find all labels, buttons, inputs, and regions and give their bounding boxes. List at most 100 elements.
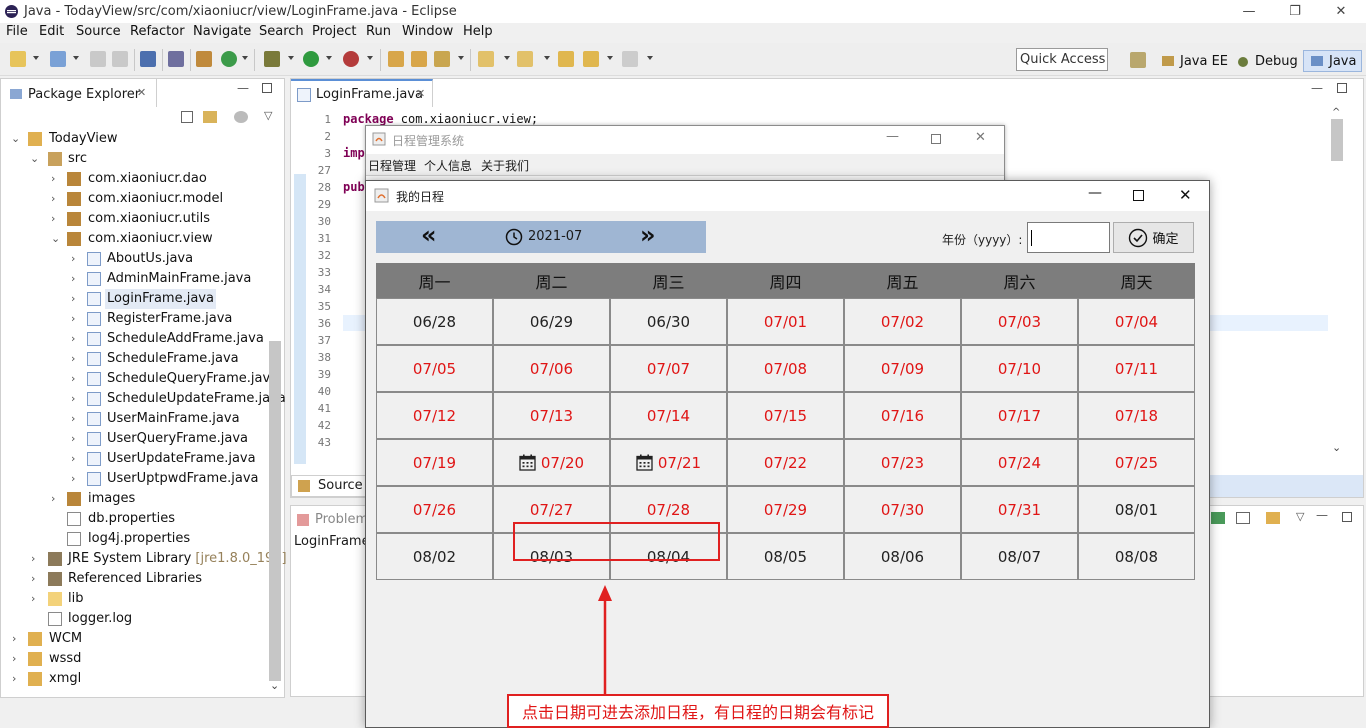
menu-navigate[interactable]: Navigate [193, 24, 251, 39]
calendar-day-cell[interactable]: 08/08 [1078, 533, 1195, 580]
open-console-icon[interactable] [1266, 512, 1280, 524]
minimize-editor-icon[interactable]: — [1311, 81, 1323, 95]
tree-item-java-file[interactable]: › UserQueryFrame.java [1, 429, 271, 449]
calendar-day-cell[interactable]: 07/22 [727, 439, 844, 486]
dropdown-icon[interactable] [607, 56, 613, 60]
dropdown-icon[interactable] [504, 56, 510, 60]
calendar-day-cell[interactable]: 07/26 [376, 486, 493, 533]
editor-scrollbar-thumb[interactable] [1331, 119, 1343, 161]
collapsed-arrow-icon[interactable]: › [71, 349, 75, 369]
close-icon[interactable]: ✕ [975, 130, 986, 145]
tree-item-package-utils[interactable]: › com.xiaoniucr.utils [1, 209, 271, 229]
close-tab-icon[interactable]: ✕ [416, 87, 425, 100]
menu-project[interactable]: Project [312, 24, 356, 39]
minimize-view-icon[interactable]: — [1316, 508, 1328, 522]
collapsed-arrow-icon[interactable]: › [51, 209, 55, 229]
dropdown-icon[interactable] [33, 56, 39, 60]
last-edit-icon[interactable] [558, 51, 574, 67]
menu-search[interactable]: Search [259, 24, 304, 39]
close-tab-icon[interactable]: ✕ [137, 86, 146, 99]
collapsed-arrow-icon[interactable]: › [31, 589, 35, 609]
calendar-day-cell[interactable]: 07/01 [727, 298, 844, 345]
menu-personal-info[interactable]: 个人信息 [424, 157, 472, 174]
calendar-day-cell[interactable]: 07/09 [844, 345, 961, 392]
build-icon[interactable] [196, 51, 212, 67]
confirm-button[interactable]: 确定 [1113, 222, 1194, 253]
tree-item-java-file[interactable]: › RegisterFrame.java [1, 309, 271, 329]
menu-window[interactable]: Window [402, 24, 453, 39]
collapsed-arrow-icon[interactable]: › [71, 389, 75, 409]
collapsed-arrow-icon[interactable]: › [71, 369, 75, 389]
collapsed-arrow-icon[interactable]: › [71, 289, 75, 309]
collapsed-arrow-icon[interactable]: › [12, 629, 16, 649]
calendar-day-cell[interactable]: 07/07 [610, 345, 727, 392]
collapsed-arrow-icon[interactable]: › [51, 489, 55, 509]
tree-item-file[interactable]: db.properties [1, 509, 271, 529]
package-explorer-tab[interactable]: Package Explorer ✕ [1, 79, 157, 107]
collapse-all-icon[interactable] [181, 111, 193, 123]
collapsed-arrow-icon[interactable]: › [71, 409, 75, 429]
new-package-icon[interactable] [50, 51, 66, 67]
calendar-day-cell[interactable]: 07/12 [376, 392, 493, 439]
tree-item-jre[interactable]: › JRE System Library [jre1.8.0_191] [1, 549, 287, 569]
expanded-arrow-icon[interactable]: ⌄ [11, 129, 20, 149]
tree-item-lib[interactable]: › lib [1, 589, 271, 609]
dropdown-icon[interactable] [73, 56, 79, 60]
view-menu-icon[interactable]: ▽ [1296, 510, 1304, 523]
console-icon[interactable] [140, 51, 156, 67]
calendar-day-cell[interactable]: 07/05 [376, 345, 493, 392]
tree-item-java-file-selected[interactable]: › LoginFrame.java [1, 289, 216, 309]
prev-month-icon[interactable]: « [421, 223, 437, 247]
calendar-day-cell[interactable]: 07/20 [493, 439, 610, 486]
dropdown-icon[interactable] [326, 56, 332, 60]
back-icon[interactable] [583, 51, 599, 67]
calendar-day-cell[interactable]: 07/24 [961, 439, 1078, 486]
open-type-icon[interactable] [388, 51, 404, 67]
menu-edit[interactable]: Edit [39, 24, 64, 39]
collapsed-arrow-icon[interactable]: › [51, 189, 55, 209]
calendar-day-cell[interactable]: 08/06 [844, 533, 961, 580]
calendar-day-cell[interactable]: 07/13 [493, 392, 610, 439]
tree-item-src[interactable]: ⌄ src [1, 149, 271, 169]
collapsed-arrow-icon[interactable]: › [31, 549, 35, 569]
menu-source[interactable]: Source [76, 24, 121, 39]
dropdown-icon[interactable] [647, 56, 653, 60]
tree-item-package-model[interactable]: › com.xiaoniucr.model [1, 189, 271, 209]
next-annotation-icon[interactable] [478, 51, 494, 67]
expanded-arrow-icon[interactable]: ⌄ [51, 229, 60, 249]
debug-icon[interactable] [264, 51, 280, 67]
calendar-day-cell[interactable]: 07/02 [844, 298, 961, 345]
search-icon[interactable] [434, 51, 450, 67]
save-all-icon[interactable] [112, 51, 128, 67]
calendar-day-cell[interactable]: 07/16 [844, 392, 961, 439]
code-line-28[interactable]: pub [343, 180, 365, 194]
code-line-1[interactable]: package com.xiaoniucr.view; [343, 112, 538, 126]
source-tab[interactable]: Source [291, 475, 366, 497]
perspective-java-ee[interactable]: Java EE [1160, 50, 1228, 72]
close-icon[interactable]: ✕ [1179, 186, 1192, 204]
dropdown-icon[interactable] [288, 56, 294, 60]
maximize-view-icon[interactable] [1342, 512, 1352, 522]
collapsed-arrow-icon[interactable]: › [71, 429, 75, 449]
calendar-day-cell[interactable]: 07/31 [961, 486, 1078, 533]
calendar-day-cell[interactable]: 08/01 [1078, 486, 1195, 533]
dropdown-icon[interactable] [544, 56, 550, 60]
calendar-day-cell[interactable]: 07/14 [610, 392, 727, 439]
run-icon[interactable] [303, 51, 319, 67]
calendar-day-cell[interactable]: 08/05 [727, 533, 844, 580]
menu-help[interactable]: Help [463, 24, 493, 39]
calendar-day-cell[interactable]: 06/28 [376, 298, 493, 345]
year-input[interactable] [1027, 222, 1110, 253]
calendar-day-cell[interactable]: 07/23 [844, 439, 961, 486]
tree-item-project-wssd[interactable]: › wssd [1, 649, 271, 669]
calendar-day-cell[interactable]: 06/30 [610, 298, 727, 345]
collapsed-arrow-icon[interactable]: › [12, 669, 16, 689]
prev-annotation-icon[interactable] [517, 51, 533, 67]
problems-row[interactable]: LoginFrame [294, 534, 370, 549]
tree-item-package-dao[interactable]: › com.xiaoniucr.dao [1, 169, 271, 189]
menu-file[interactable]: File [6, 24, 28, 39]
code-line-3[interactable]: imp [343, 146, 365, 160]
new-icon[interactable] [10, 51, 26, 67]
collapsed-arrow-icon[interactable]: › [71, 309, 75, 329]
tree-item-java-file[interactable]: › ScheduleUpdateFrame.java [1, 389, 286, 409]
